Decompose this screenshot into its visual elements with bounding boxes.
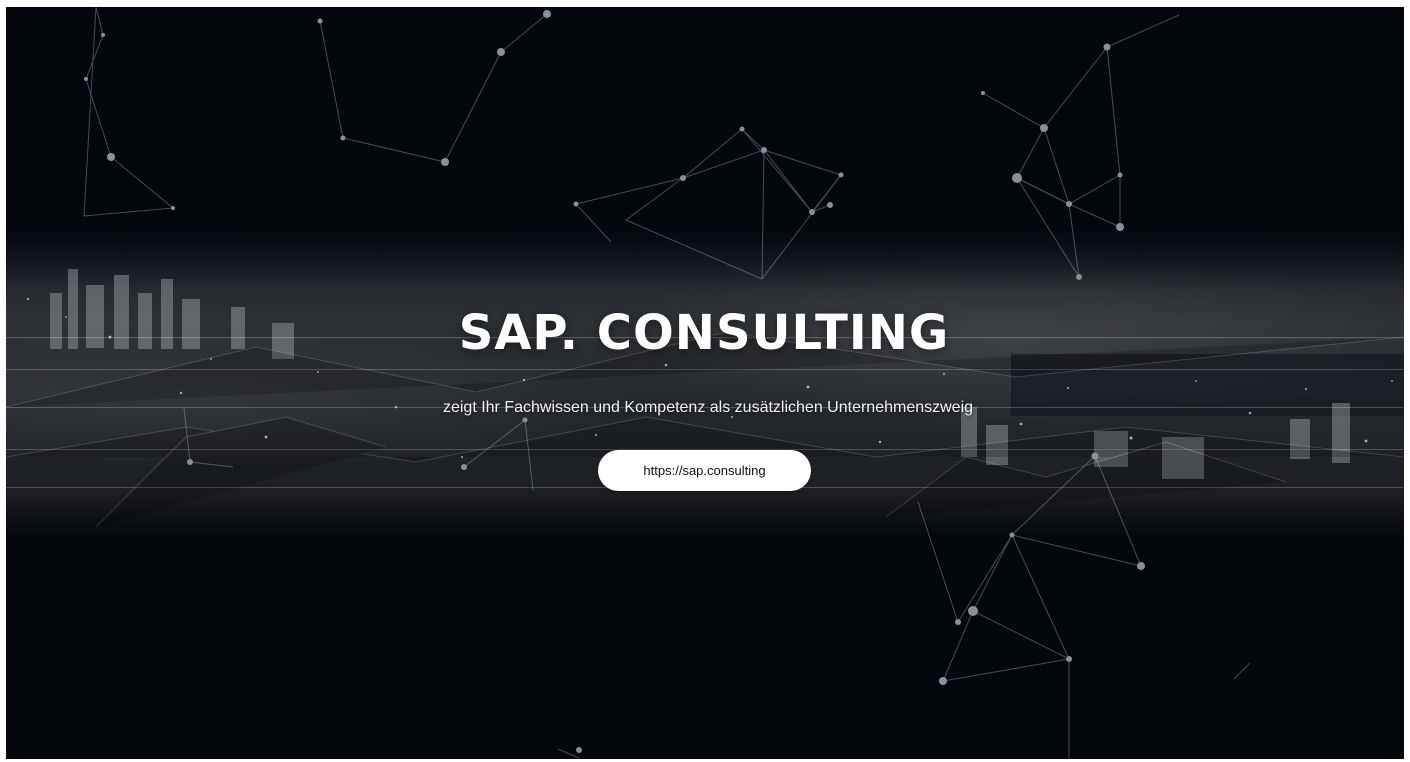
hero-title: SAP. CONSULTING (458, 305, 950, 361)
hero-viewport: SAP. CONSULTING zeigt Ihr Fachwissen und… (6, 7, 1404, 759)
website-link-button[interactable]: https://sap.consulting (598, 450, 811, 491)
hero-subtitle: zeigt Ihr Fachwissen und Kompetenz als z… (442, 399, 974, 416)
hero-content: SAP. CONSULTING zeigt Ihr Fachwissen und… (6, 7, 1404, 759)
